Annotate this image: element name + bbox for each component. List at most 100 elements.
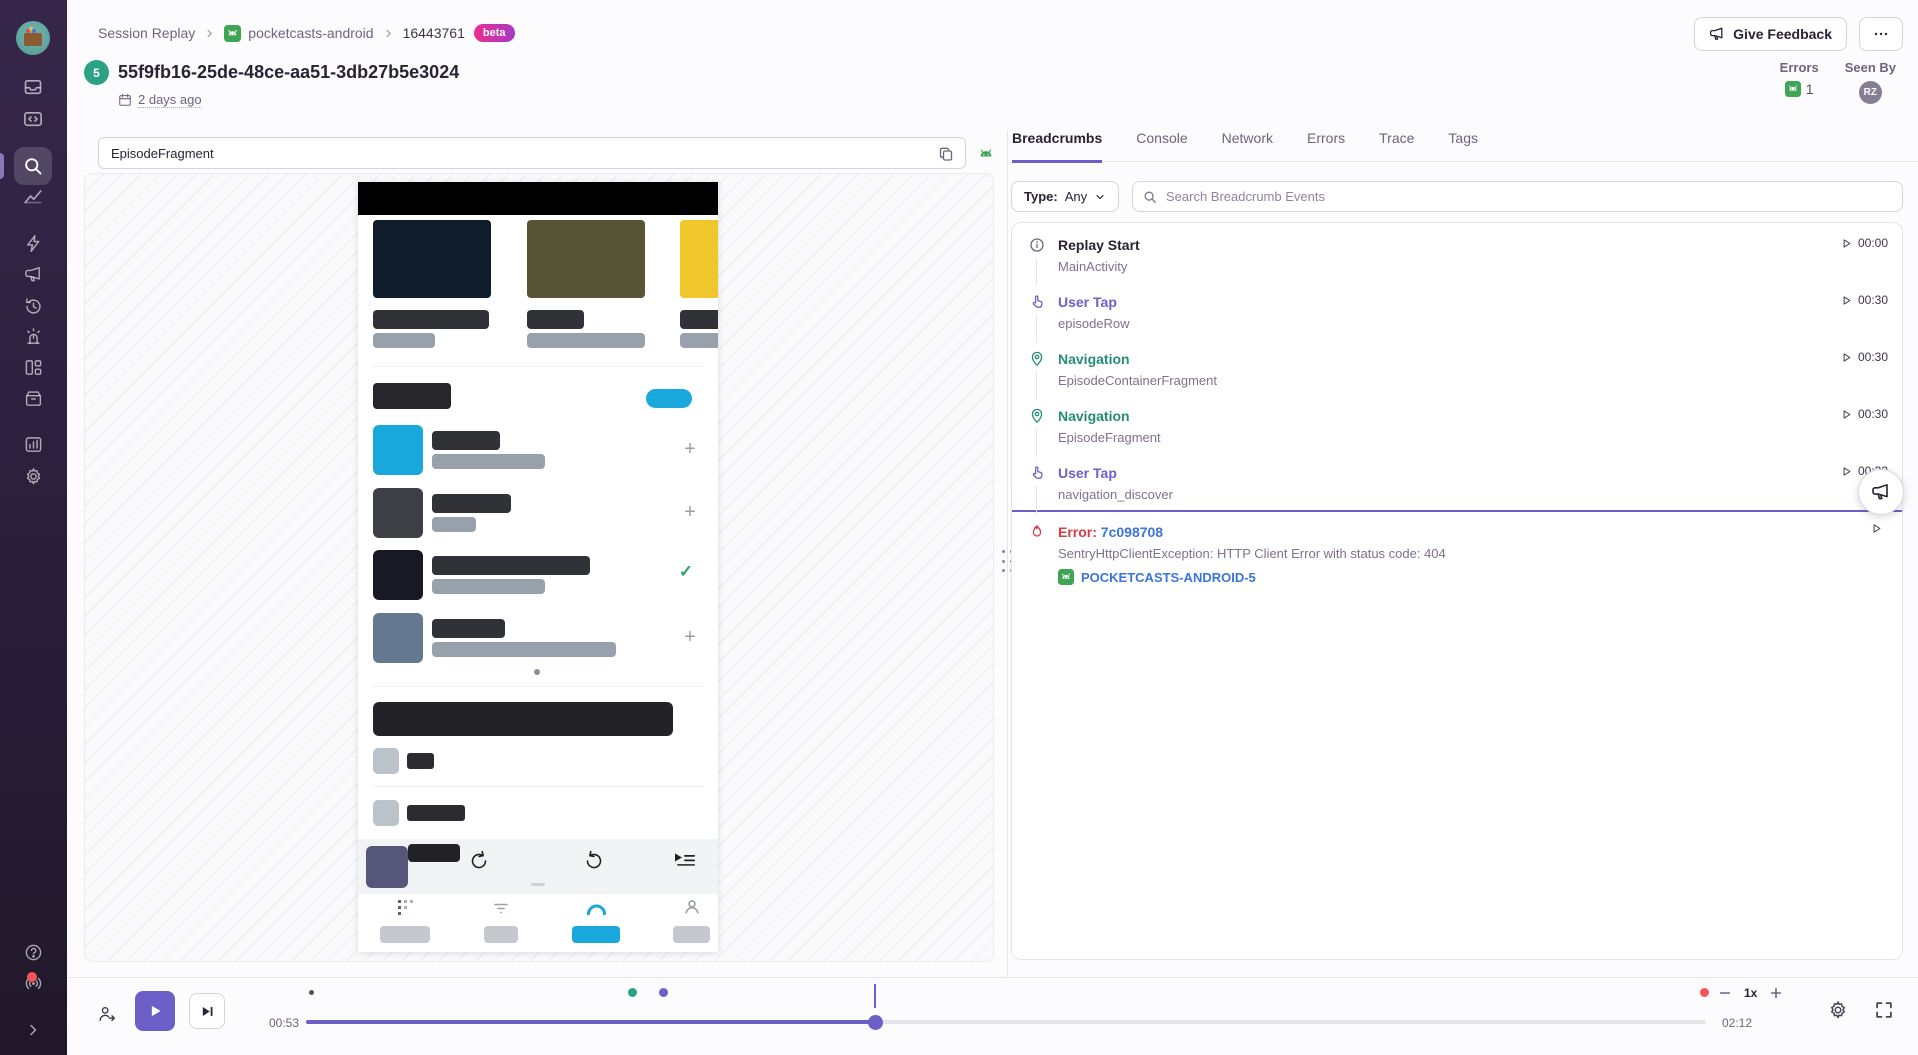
fullscreen-button[interactable] [1874, 1000, 1894, 1020]
sidebar-item-whats-new[interactable] [14, 257, 52, 291]
selected-nav-pill [572, 926, 620, 943]
dom-search-input[interactable] [98, 137, 966, 169]
discover-arc-icon [586, 902, 607, 915]
megaphone-icon [1709, 26, 1725, 42]
sidebar-item-performance[interactable] [14, 226, 52, 260]
gear-icon [24, 467, 43, 486]
crate-icon [24, 389, 43, 408]
skip-to-end-button[interactable] [189, 993, 225, 1029]
jump-to-user-action-button[interactable] [91, 998, 123, 1030]
event-timestamp[interactable]: 00:30 [1841, 293, 1888, 307]
notification-dot [27, 972, 37, 982]
filter-list-icon [493, 900, 509, 916]
help-icon [24, 943, 43, 962]
issues-icon [23, 77, 43, 97]
timeline-event-marker[interactable] [628, 988, 637, 997]
megaphone-icon [24, 265, 43, 284]
copy-icon[interactable] [934, 142, 958, 166]
active-nav-indicator [0, 153, 4, 179]
sidebar-item-help[interactable] [14, 935, 52, 969]
tap-icon [1029, 294, 1045, 310]
timeline-event-marker[interactable] [659, 988, 668, 997]
replay-player-viewport[interactable]: + + ✓ + [84, 173, 994, 962]
breadcrumb-event[interactable]: NavigationEpisodeContainerFragment00:30 [1012, 339, 1902, 396]
type-filter-value: Any [1065, 189, 1087, 204]
error-project-link[interactable]: POCKETCASTS-ANDROID-5 [1058, 569, 1782, 585]
navigation-icon [1029, 408, 1045, 424]
sidebar-item-explore[interactable] [14, 102, 52, 136]
sidebar-item-alerts[interactable] [14, 319, 52, 353]
zoom-out-button[interactable] [1718, 986, 1732, 1000]
replay-see-all-pill [646, 389, 692, 408]
android-project-icon [1785, 81, 1801, 97]
device-status-bar [358, 182, 718, 215]
sidebar-item-stats[interactable] [14, 427, 52, 461]
breadcrumb-event[interactable]: Replay StartMainActivity00:00 [1012, 225, 1902, 282]
time-ago-label[interactable]: 2 days ago [138, 92, 202, 108]
seen-by-avatar[interactable]: RZ [1859, 81, 1882, 104]
tab-trace[interactable]: Trace [1379, 130, 1414, 161]
breadcrumb-project[interactable]: pocketcasts-android [224, 25, 373, 42]
timeline-event-marker[interactable] [1700, 988, 1709, 997]
sidebar-item-insights[interactable] [14, 179, 52, 213]
skip-end-icon [200, 1004, 215, 1019]
broadcast-icon [24, 974, 43, 993]
zoom-in-button[interactable] [1769, 986, 1783, 1000]
error-icon [1029, 524, 1045, 540]
event-title: Navigation [1058, 349, 1782, 369]
sidebar-item-releases[interactable] [14, 381, 52, 415]
type-filter-dropdown[interactable]: Type: Any [1011, 181, 1119, 212]
sidebar-collapse-toggle[interactable] [14, 1013, 52, 1047]
breadcrumb-event[interactable]: User Tapnavigation_discover00:33 [1012, 453, 1902, 510]
replay-episode-art [373, 613, 423, 663]
play-button[interactable] [135, 991, 175, 1031]
tap-icon [1029, 465, 1045, 481]
breadcrumb-search-input[interactable] [1164, 188, 1892, 205]
sidebar-item-settings[interactable] [14, 459, 52, 493]
tab-network[interactable]: Network [1222, 130, 1273, 161]
sidebar-item-dashboards[interactable] [14, 350, 52, 384]
megaphone-icon [1871, 482, 1891, 502]
player-settings-button[interactable] [1828, 1000, 1848, 1020]
profile-icon [683, 898, 701, 916]
event-timestamp[interactable]: 00:00 [1841, 236, 1888, 250]
event-timestamp[interactable]: 00:30 [1841, 407, 1888, 421]
timeline-zoom-controls: 1x [1718, 986, 1783, 1000]
timeline-scrubber[interactable] [306, 978, 1706, 1055]
tab-breadcrumbs[interactable]: Breadcrumbs [1012, 130, 1102, 163]
replay-checkbox [373, 748, 399, 774]
error-id-link[interactable]: 7c098708 [1101, 524, 1163, 540]
timeline-event-marker[interactable] [309, 990, 314, 995]
error-label: Error: [1058, 524, 1097, 540]
org-avatar[interactable] [16, 21, 50, 55]
event-title: Navigation [1058, 406, 1782, 426]
event-timestamp[interactable]: 00:30 [1841, 350, 1888, 364]
history-clock-icon [24, 297, 43, 316]
event-description: SentryHttpClientException: HTTP Client E… [1058, 545, 1782, 563]
timeline-cursor [874, 984, 876, 1008]
floating-feedback-button[interactable] [1858, 469, 1904, 515]
breadcrumb-event[interactable]: User TapepisodeRow00:30 [1012, 282, 1902, 339]
tab-errors[interactable]: Errors [1307, 130, 1345, 161]
tab-console[interactable]: Console [1136, 130, 1187, 161]
replay-segment-count-badge: 5 [84, 60, 109, 85]
chevron-right-icon [25, 1022, 41, 1038]
more-options-button[interactable] [1859, 17, 1903, 51]
lightning-icon [24, 234, 43, 253]
give-feedback-button[interactable]: Give Feedback [1694, 17, 1847, 51]
sidebar-item-issues[interactable] [14, 70, 52, 104]
search-icon [1143, 190, 1157, 204]
skip-back-icon [467, 848, 491, 872]
errors-count[interactable]: 1 [1806, 81, 1814, 97]
sidebar-item-history[interactable] [14, 289, 52, 323]
replay-album-art [366, 846, 408, 888]
playback-speed[interactable]: 1x [1744, 986, 1757, 1000]
sidebar-item-broadcasts[interactable] [14, 966, 52, 1000]
breadcrumb-event[interactable]: Error: 7c098708 SentryHttpClientException… [1012, 512, 1902, 591]
timeline-handle[interactable] [868, 1015, 883, 1030]
tab-tags[interactable]: Tags [1448, 130, 1478, 161]
event-timestamp[interactable] [1871, 523, 1888, 534]
breadcrumb-session-replay[interactable]: Session Replay [98, 25, 195, 41]
event-title: Error: 7c098708 [1058, 522, 1782, 542]
breadcrumb-event[interactable]: NavigationEpisodeFragment00:30 [1012, 396, 1902, 453]
